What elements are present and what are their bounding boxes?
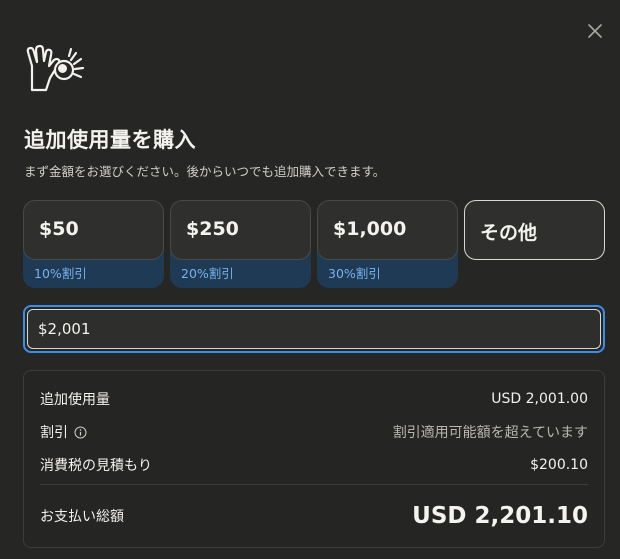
amount-options: $50 10%割引 $250 20%割引 $1,000 30%割引 その他: [23, 200, 605, 288]
amount-option-1000[interactable]: $1,000 30%割引: [317, 200, 458, 288]
custom-amount-focus-ring: [23, 305, 605, 353]
page-title: 追加使用量を購入: [24, 127, 196, 152]
discount-label: 割引: [40, 425, 68, 441]
discount-value: 割引適用可能額を超えています: [392, 425, 588, 441]
total-value: USD 2,201.10: [412, 503, 588, 529]
amount-option-50[interactable]: $50 10%割引: [23, 200, 164, 288]
total-label: お支払い総額: [40, 509, 124, 525]
amount-option-label: その他: [480, 222, 538, 244]
amount-option-label: $250: [186, 218, 239, 240]
amount-option-label: $1,000: [333, 218, 407, 240]
summary-row-total: お支払い総額 USD 2,201.10: [40, 503, 588, 529]
close-icon: [588, 24, 602, 38]
tax-label: 消費税の見積もり: [40, 458, 152, 474]
page-subtitle: まず金額をお選びください。後からいつでも追加購入できます。: [24, 164, 386, 179]
summary-row-discount: 割引 割引適用可能額を超えています: [40, 422, 588, 442]
summary-divider: [40, 484, 588, 485]
amount-option-label: $50: [39, 218, 79, 240]
custom-amount-input[interactable]: [27, 309, 601, 349]
amount-option-discount: 20%割引: [181, 266, 234, 281]
discount-label-group: 割引: [40, 422, 87, 442]
amount-option-discount: 10%割引: [34, 266, 87, 281]
tax-value: $200.10: [530, 457, 588, 473]
summary-row-tax: 消費税の見積もり $200.10: [40, 455, 588, 475]
claude-hand-logo-icon: [24, 44, 86, 94]
amount-option-discount: 30%割引: [328, 266, 381, 281]
usage-value: USD 2,001.00: [491, 391, 588, 407]
order-summary: 追加使用量 USD 2,001.00 割引 割引適用可能額を超えています 消費税…: [23, 370, 605, 548]
amount-option-other[interactable]: その他: [464, 200, 605, 260]
amount-option-250[interactable]: $250 20%割引: [170, 200, 311, 288]
summary-row-usage: 追加使用量 USD 2,001.00: [40, 389, 588, 409]
usage-label: 追加使用量: [40, 392, 110, 408]
info-icon[interactable]: [74, 426, 87, 439]
purchase-dialog: 追加使用量を購入 まず金額をお選びください。後からいつでも追加購入できます。 $…: [0, 0, 620, 559]
close-button[interactable]: [584, 20, 606, 42]
